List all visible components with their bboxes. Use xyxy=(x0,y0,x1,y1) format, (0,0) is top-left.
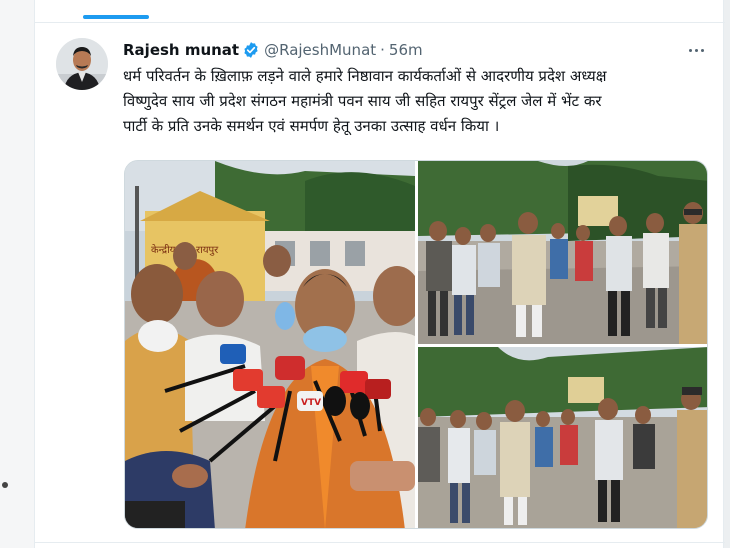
tweet-header: Rajesh munat @RajeshMunat · 56m xyxy=(123,39,423,61)
page-left-gutter xyxy=(0,0,34,548)
avatar[interactable] xyxy=(56,38,108,90)
media-grid: केन्द्रीय जेल रायपुर xyxy=(124,160,708,529)
tweet-card[interactable]: Rajesh munat @RajeshMunat · 56m धर्म परि… xyxy=(34,0,725,548)
tweet-text-line: विष्णुदेव साय जी प्रदेश संगठन महामंत्री … xyxy=(123,92,602,110)
profile-photo-icon xyxy=(56,38,108,90)
scrollbar-track[interactable] xyxy=(724,0,730,548)
author-display-name[interactable]: Rajesh munat xyxy=(123,41,239,59)
mic-brand-label: VTV xyxy=(301,398,321,408)
tweet-photo-2[interactable] xyxy=(418,161,707,344)
author-handle[interactable]: @RajeshMunat xyxy=(264,41,376,59)
tweet-text-line: पार्टी के प्रति उनके समर्थन एवं समर्पण ह… xyxy=(123,117,500,135)
header-separator: · xyxy=(380,41,385,59)
verified-badge-icon xyxy=(242,41,260,59)
tweet-photo-1[interactable]: केन्द्रीय जेल रायपुर xyxy=(125,161,415,528)
active-tab-indicator xyxy=(83,15,149,19)
gutter-dot xyxy=(2,482,8,488)
tweet-text-line: धर्म परिवर्तन के ख़िलाफ़ लड़ने वाले हमार… xyxy=(123,67,607,85)
more-options-icon[interactable] xyxy=(685,40,707,60)
bottom-divider xyxy=(35,542,725,543)
tweet-text: धर्म परिवर्तन के ख़िलाफ़ लड़ने वाले हमार… xyxy=(123,64,703,139)
top-divider xyxy=(35,22,725,23)
tweet-photo-3[interactable] xyxy=(418,347,707,528)
tweet-timestamp[interactable]: 56m xyxy=(389,41,423,59)
